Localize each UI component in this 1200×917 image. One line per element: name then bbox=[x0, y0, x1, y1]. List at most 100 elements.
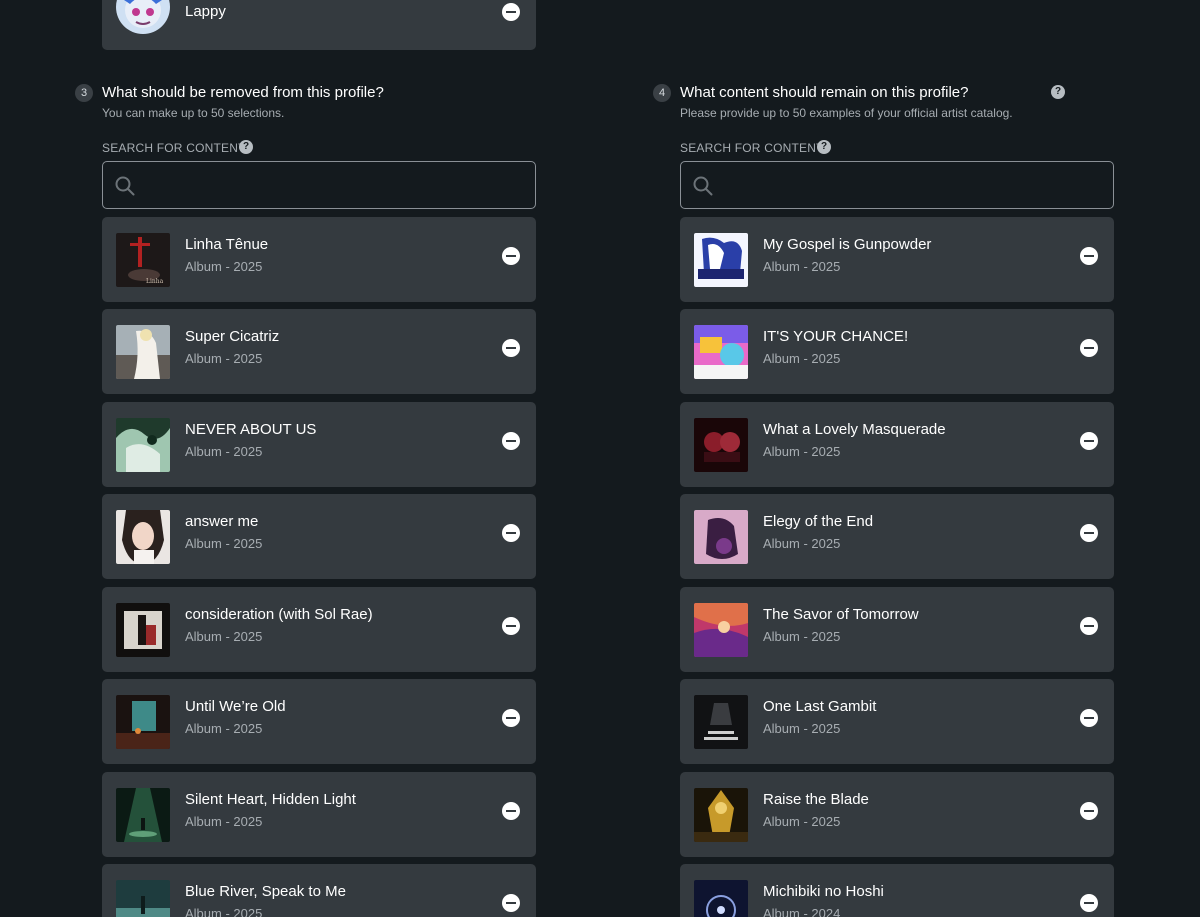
album-cover bbox=[116, 325, 170, 379]
remove-item-button[interactable] bbox=[502, 432, 520, 450]
item-title: Silent Heart, Hidden Light bbox=[185, 791, 356, 808]
item-title: The Savor of Tomorrow bbox=[763, 606, 919, 623]
album-cover bbox=[694, 418, 748, 472]
remain-section-subtitle: Please provide up to 50 examples of your… bbox=[680, 106, 1013, 120]
album-cover bbox=[694, 788, 748, 842]
remove-item-button[interactable] bbox=[1080, 617, 1098, 635]
search-icon bbox=[693, 176, 713, 196]
list-item: Elegy of the End Album - 2025 bbox=[680, 494, 1114, 579]
album-cover: Linha bbox=[116, 233, 170, 287]
remove-item-button[interactable] bbox=[1080, 247, 1098, 265]
item-meta: Album - 2025 bbox=[185, 906, 263, 917]
item-meta: Album - 2025 bbox=[763, 444, 841, 459]
remove-item-button[interactable] bbox=[502, 709, 520, 727]
remove-search-input[interactable] bbox=[147, 162, 531, 210]
item-title: My Gospel is Gunpowder bbox=[763, 236, 932, 253]
album-cover bbox=[116, 788, 170, 842]
list-item: Until We’re Old Album - 2025 bbox=[102, 679, 536, 764]
profile-avatar bbox=[116, 0, 170, 34]
item-title: One Last Gambit bbox=[763, 698, 877, 715]
remove-section-title: What should be removed from this profile… bbox=[102, 84, 384, 101]
remove-item-button[interactable] bbox=[1080, 524, 1098, 542]
album-cover bbox=[116, 695, 170, 749]
item-title: Blue River, Speak to Me bbox=[185, 883, 346, 900]
item-meta: Album - 2025 bbox=[185, 259, 263, 274]
list-item: Linha Linha Tênue Album - 2025 bbox=[102, 217, 536, 302]
item-meta: Album - 2025 bbox=[185, 629, 263, 644]
list-item: One Last Gambit Album - 2025 bbox=[680, 679, 1114, 764]
remain-search-box[interactable] bbox=[680, 161, 1114, 210]
item-meta: Album - 2025 bbox=[185, 351, 263, 366]
remove-item-button[interactable] bbox=[1080, 709, 1098, 727]
remove-item-button[interactable] bbox=[502, 802, 520, 820]
item-meta: Album - 2025 bbox=[763, 259, 841, 274]
remove-profile-button[interactable] bbox=[502, 3, 520, 21]
remove-search-box[interactable] bbox=[102, 161, 536, 210]
remove-item-button[interactable] bbox=[502, 617, 520, 635]
remain-search-input[interactable] bbox=[725, 162, 1109, 210]
list-item: IT'S YOUR CHANCE! Album - 2025 bbox=[680, 309, 1114, 394]
item-meta: Album - 2025 bbox=[763, 629, 841, 644]
remain-search-label: SEARCH FOR CONTENT bbox=[680, 141, 824, 155]
item-title: Raise the Blade bbox=[763, 791, 869, 808]
list-item: The Savor of Tomorrow Album - 2025 bbox=[680, 587, 1114, 672]
item-meta: Album - 2025 bbox=[185, 536, 263, 551]
album-cover bbox=[116, 510, 170, 564]
item-title: What a Lovely Masquerade bbox=[763, 421, 946, 438]
item-meta: Album - 2025 bbox=[763, 721, 841, 736]
profile-card: Lappy bbox=[102, 0, 536, 50]
list-item: Blue River, Speak to Me Album - 2025 bbox=[102, 864, 536, 917]
remove-item-button[interactable] bbox=[1080, 894, 1098, 912]
step-badge: 4 bbox=[653, 84, 671, 102]
remove-item-button[interactable] bbox=[1080, 802, 1098, 820]
list-item: Raise the Blade Album - 2025 bbox=[680, 772, 1114, 857]
album-cover bbox=[694, 695, 748, 749]
item-meta: Album - 2025 bbox=[185, 444, 263, 459]
item-meta: Album - 2025 bbox=[763, 351, 841, 366]
list-item: Silent Heart, Hidden Light Album - 2025 bbox=[102, 772, 536, 857]
remove-item-button[interactable] bbox=[1080, 339, 1098, 357]
page: Lappy 3 What should be removed from this… bbox=[0, 0, 1200, 917]
item-title: Michibiki no Hoshi bbox=[763, 883, 884, 900]
item-meta: Album - 2025 bbox=[763, 814, 841, 829]
item-title: answer me bbox=[185, 513, 259, 530]
search-icon bbox=[115, 176, 135, 196]
remove-search-label: SEARCH FOR CONTENT bbox=[102, 141, 246, 155]
album-cover bbox=[116, 418, 170, 472]
remove-item-button[interactable] bbox=[502, 894, 520, 912]
item-title: NEVER ABOUT US bbox=[185, 421, 317, 438]
remove-item-button[interactable] bbox=[502, 247, 520, 265]
help-icon[interactable]: ? bbox=[817, 140, 831, 154]
remove-item-button[interactable] bbox=[502, 524, 520, 542]
album-cover bbox=[116, 603, 170, 657]
remove-section-subtitle: You can make up to 50 selections. bbox=[102, 106, 285, 120]
remove-item-button[interactable] bbox=[1080, 432, 1098, 450]
item-title: IT'S YOUR CHANCE! bbox=[763, 328, 909, 345]
item-title: Elegy of the End bbox=[763, 513, 874, 530]
item-meta: Album - 2024 bbox=[763, 906, 841, 917]
item-title: Super Cicatriz bbox=[185, 328, 280, 345]
help-icon[interactable]: ? bbox=[239, 140, 253, 154]
item-title: Until We’re Old bbox=[185, 698, 286, 715]
help-icon[interactable]: ? bbox=[1051, 85, 1065, 99]
list-item: NEVER ABOUT US Album - 2025 bbox=[102, 402, 536, 487]
album-cover bbox=[694, 325, 748, 379]
item-meta: Album - 2025 bbox=[763, 536, 841, 551]
list-item: consideration (with Sol Rae) Album - 202… bbox=[102, 587, 536, 672]
list-item: answer me Album - 2025 bbox=[102, 494, 536, 579]
album-cover bbox=[116, 880, 170, 917]
remain-section-title: What content should remain on this profi… bbox=[680, 84, 969, 101]
step-badge: 3 bbox=[75, 84, 93, 102]
album-cover bbox=[694, 510, 748, 564]
svg-text:Linha: Linha bbox=[146, 278, 164, 285]
album-cover bbox=[694, 880, 748, 917]
remove-item-button[interactable] bbox=[502, 339, 520, 357]
item-meta: Album - 2025 bbox=[185, 721, 263, 736]
album-cover bbox=[694, 233, 748, 287]
album-cover bbox=[694, 603, 748, 657]
list-item: My Gospel is Gunpowder Album - 2025 bbox=[680, 217, 1114, 302]
list-item: What a Lovely Masquerade Album - 2025 bbox=[680, 402, 1114, 487]
list-item: Super Cicatriz Album - 2025 bbox=[102, 309, 536, 394]
item-title: Linha Tênue bbox=[185, 236, 269, 253]
item-title: consideration (with Sol Rae) bbox=[185, 606, 373, 623]
